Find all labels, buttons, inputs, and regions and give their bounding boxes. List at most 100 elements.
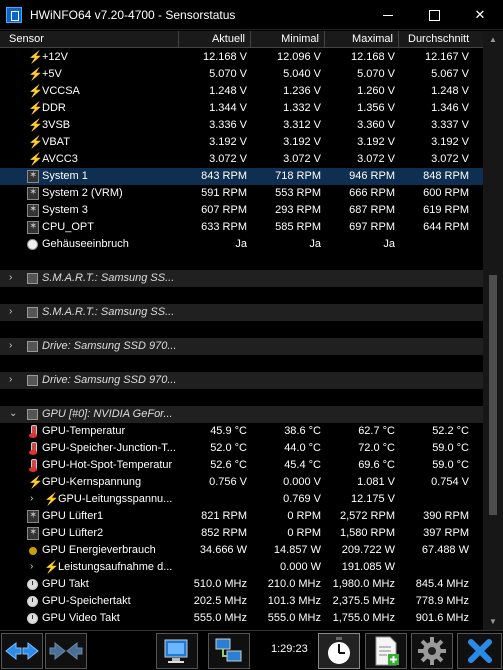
sensor-row[interactable]: System 3 607 RPM 293 RPM 687 RPM 619 RPM [0, 202, 483, 219]
value-maximum: 2,572 RPM [339, 510, 395, 522]
sensor-table: ⚡ +12V 12.168 V 12.096 V 12.168 V 12.167 V ⚡ +5… [0, 49, 483, 630]
vertical-scrollbar[interactable]: ▲ ▼ [483, 31, 503, 630]
sensor-row[interactable]: GPU Lüfter1 821 RPM 0 RPM 2,572 RPM 390 RPM [0, 508, 483, 525]
value-minimum: 101.3 MHz [267, 595, 321, 607]
value-current: 45.9 °C [210, 425, 247, 437]
sensor-row[interactable]: CPU_OPT 633 RPM 585 RPM 697 RPM 644 RPM [0, 219, 483, 236]
column-maximum[interactable]: Maximal [352, 33, 393, 45]
value-minimum: 14.857 W [273, 544, 321, 556]
chevron-right-icon[interactable]: › [30, 562, 38, 572]
scroll-down-arrow-icon[interactable]: ▼ [483, 613, 503, 630]
chevron-right-icon[interactable]: › [9, 273, 17, 283]
maximize-button[interactable] [411, 0, 457, 30]
value-minimum: 1.236 V [283, 85, 321, 97]
sensor-row[interactable]: System 1 843 RPM 718 RPM 946 RPM 848 RPM [0, 168, 483, 185]
column-average[interactable]: Durchschnitt [408, 33, 469, 45]
power-plug-icon [27, 545, 39, 557]
network-button[interactable] [208, 633, 250, 669]
value-current: 510.0 MHz [193, 578, 247, 590]
sensor-label: Leistungsaufnahme d... [58, 561, 173, 573]
chevron-right-icon[interactable]: › [9, 307, 17, 317]
sensor-row[interactable]: GPU Video Takt 555.0 MHz 555.0 MHz 1,755.0 … [0, 610, 483, 627]
lightning-icon: ⚡ [28, 67, 43, 81]
spacer-row [0, 389, 483, 406]
sensor-row[interactable]: ⚡ VBAT 3.192 V 3.192 V 3.192 V 3.192 V [0, 134, 483, 151]
column-divider[interactable] [250, 31, 251, 48]
close-sensors-button[interactable] [457, 633, 502, 669]
value-current: 821 RPM [201, 510, 247, 522]
value-maximum: 191.085 W [341, 561, 395, 573]
reset-timer-button[interactable] [318, 633, 360, 669]
sensor-row[interactable]: ⚡ DDR 1.344 V 1.332 V 1.356 V 1.346 V [0, 100, 483, 117]
value-current: 52.6 °C [210, 459, 247, 471]
report-button[interactable] [156, 633, 198, 669]
elapsed-time: 1:29:23 [271, 643, 308, 655]
value-maximum: 12.168 V [350, 51, 395, 63]
column-minimum[interactable]: Minimal [281, 33, 319, 45]
thermometer-icon [27, 442, 39, 455]
sensor-label: Gehäuseeinbruch [42, 238, 129, 250]
value-current: 3.336 V [209, 119, 247, 131]
value-maximum: 1.081 V [357, 476, 395, 488]
sensor-row[interactable]: › ⚡ Leistungsaufnahme d... 0.000 W 191.085 W [0, 559, 483, 576]
sensor-row[interactable]: GPU-Temperatur 45.9 °C 38.6 °C 62.7 °C 52.2 … [0, 423, 483, 440]
sensor-group-header[interactable]: ⌄ GPU [#0]: NVIDIA GeFor... [0, 406, 483, 423]
sensor-label: GPU Lüfter1 [42, 510, 104, 522]
log-file-button[interactable] [365, 633, 407, 669]
sensor-row[interactable]: GPU-Hot-Spot-Temperatur 52.6 °C 45.4 °C 69.… [0, 457, 483, 474]
chevron-right-icon[interactable]: › [9, 375, 17, 385]
minimize-button[interactable] [365, 0, 411, 30]
value-maximum: 3.360 V [357, 119, 395, 131]
sensor-row[interactable]: ⚡ VCCSA 1.248 V 1.236 V 1.260 V 1.248 V [0, 83, 483, 100]
sensor-row[interactable]: System 2 (VRM) 591 RPM 553 RPM 666 RPM 600 R… [0, 185, 483, 202]
value-minimum: 5.040 V [283, 68, 321, 80]
close-window-button[interactable]: ✕ [457, 0, 503, 30]
chevron-right-icon[interactable]: › [9, 341, 17, 351]
column-divider[interactable] [324, 31, 325, 48]
close-x-icon [467, 639, 492, 663]
sensor-group-header[interactable]: › S.M.A.R.T.: Samsung SS... [0, 270, 483, 287]
scroll-up-arrow-icon[interactable]: ▲ [483, 31, 503, 48]
chevron-down-icon[interactable]: ⌄ [9, 409, 17, 419]
sensor-group-header[interactable]: › Drive: Samsung SSD 970... [0, 338, 483, 355]
column-divider[interactable] [398, 31, 399, 48]
sensor-row[interactable]: ⚡ AVCC3 3.072 V 3.072 V 3.072 V 3.072 V [0, 151, 483, 168]
sensor-group-header[interactable]: › S.M.A.R.T.: Samsung SS... [0, 304, 483, 321]
column-divider[interactable] [178, 31, 179, 48]
value-average: 67.488 W [421, 544, 469, 556]
value-maximum: 3.072 V [357, 153, 395, 165]
value-minimum: 293 RPM [275, 204, 321, 216]
sensor-row[interactable]: › ⚡ GPU-Leitungsspannu... 0.769 V 12.175 V [0, 491, 483, 508]
settings-button[interactable] [411, 633, 453, 669]
clock-icon [27, 613, 38, 624]
sensor-row[interactable]: GPU Takt 510.0 MHz 210.0 MHz 1,980.0 MHz 845… [0, 576, 483, 593]
sensor-row[interactable]: GPU Lüfter2 852 RPM 0 RPM 1,580 RPM 397 RPM [0, 525, 483, 542]
value-current: 3.072 V [209, 153, 247, 165]
sensor-row[interactable]: GPU-Speichertakt 202.5 MHz 101.3 MHz 2,375.… [0, 593, 483, 610]
value-current: 555.0 MHz [193, 612, 247, 624]
value-maximum: 1,980.0 MHz [332, 578, 395, 590]
sensor-label: GPU-Speicher-Junction-T... [42, 442, 176, 454]
sensor-row[interactable]: ⚡ +12V 12.168 V 12.096 V 12.168 V 12.167 V [0, 49, 483, 66]
value-average: 59.0 °C [432, 459, 469, 471]
column-current[interactable]: Aktuell [212, 33, 245, 45]
sensor-label: +5V [42, 68, 62, 80]
sensor-row[interactable]: ⚡ GPU-Kernspannung 0.756 V 0.000 V 1.081 V 0.… [0, 474, 483, 491]
sensor-row[interactable]: GPU-Speicher-Junction-T... 52.0 °C 44.0 °C… [0, 440, 483, 457]
value-current: 852 RPM [201, 527, 247, 539]
value-maximum: 666 RPM [349, 187, 395, 199]
sensor-row[interactable]: ⚡ 3VSB 3.336 V 3.312 V 3.360 V 3.337 V [0, 117, 483, 134]
sensor-group-header[interactable]: › Drive: Samsung SSD 970... [0, 372, 483, 389]
scrollbar-thumb[interactable] [489, 275, 497, 515]
sensor-row[interactable]: ⚡ +5V 5.070 V 5.040 V 5.070 V 5.067 V [0, 66, 483, 83]
collapse-columns-button[interactable] [45, 633, 87, 669]
sensor-row[interactable]: Gehäuseeinbruch Ja Ja Ja [0, 236, 483, 253]
sensor-row[interactable]: GPU Energieverbrauch 34.666 W 14.857 W 209.… [0, 542, 483, 559]
value-maximum: 946 RPM [349, 170, 395, 182]
fan-icon [27, 187, 39, 200]
value-minimum: 555.0 MHz [267, 612, 321, 624]
value-maximum: 69.6 °C [358, 459, 395, 471]
column-sensor[interactable]: Sensor [9, 33, 44, 45]
chevron-right-icon[interactable]: › [30, 494, 38, 504]
expand-columns-button[interactable] [1, 633, 43, 669]
